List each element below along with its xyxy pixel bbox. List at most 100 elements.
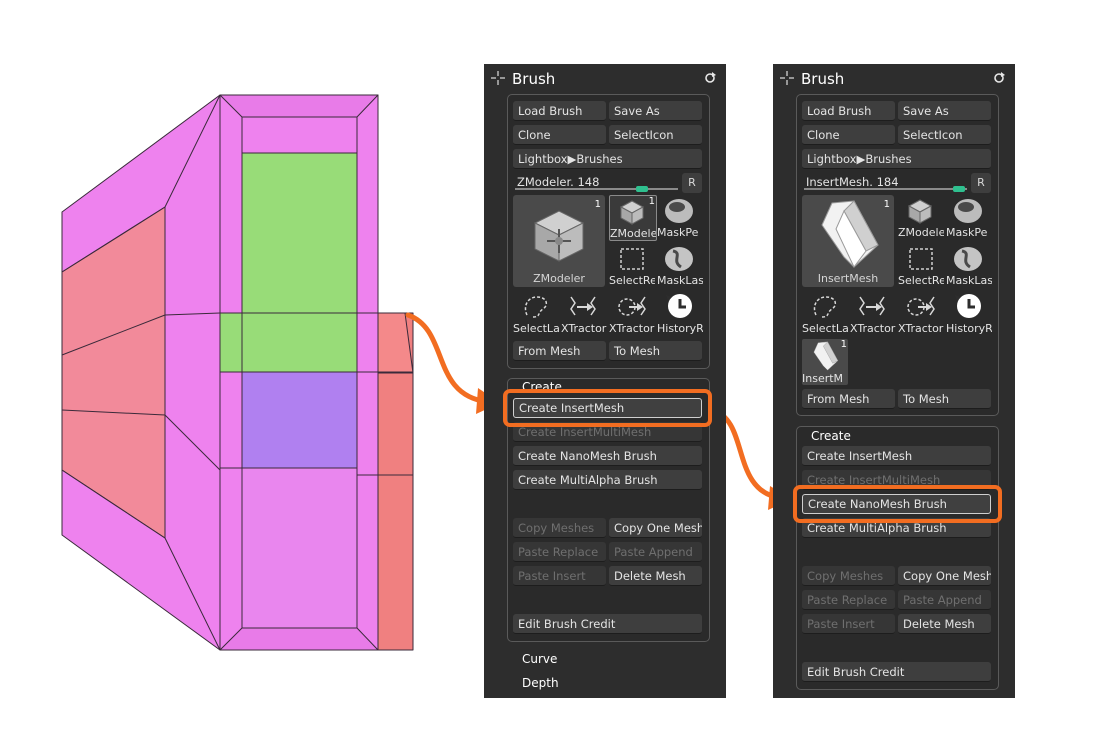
- thumb-label: XTractor: [609, 322, 655, 335]
- brush-count: 1: [594, 199, 601, 210]
- thumb-count: 1: [648, 196, 655, 207]
- brush-panel-2: Brush Load Brush Save As Clone SelectIco…: [773, 64, 1015, 698]
- brush-thumb-xtractor-2[interactable]: XTractor: [898, 291, 944, 335]
- slider-label: ZModeler. 148: [517, 175, 600, 189]
- xtractor-icon: [859, 296, 885, 316]
- brush-main-group: Load Brush Save As Clone SelectIcon Ligh…: [796, 94, 999, 416]
- from-mesh-button[interactable]: From Mesh: [513, 341, 606, 361]
- thumb-label: ZModele: [610, 227, 656, 240]
- brush-thumb-masklasso[interactable]: MaskLas: [657, 243, 703, 287]
- thumb-label: SelectRe: [609, 274, 655, 287]
- slider-knob[interactable]: [636, 186, 648, 192]
- slider-knob[interactable]: [953, 186, 965, 192]
- clone-button[interactable]: Clone: [513, 125, 606, 145]
- copy-one-mesh-button[interactable]: Copy One Mesh: [609, 518, 702, 538]
- thumb-label: XTractor: [898, 322, 944, 335]
- depth-section[interactable]: Depth: [522, 676, 559, 690]
- mask-lasso-icon: [954, 247, 982, 271]
- drag-handle-icon[interactable]: [490, 70, 506, 86]
- to-mesh-button[interactable]: To Mesh: [609, 341, 702, 361]
- brush-thumb-maskpen[interactable]: MaskPe: [657, 195, 703, 239]
- paste-append-button: Paste Append: [609, 542, 702, 562]
- brush-slider[interactable]: ZModeler. 148: [513, 173, 678, 193]
- thumb-label: HistoryR: [946, 322, 992, 335]
- thumb-label: MaskLas: [657, 274, 703, 287]
- restore-button[interactable]: R: [971, 173, 991, 193]
- thumb-label: MaskLas: [946, 274, 992, 287]
- brush-thumb-xtractor[interactable]: XTractor: [561, 291, 607, 335]
- edit-brush-credit-button[interactable]: Edit Brush Credit: [513, 614, 702, 634]
- refresh-icon[interactable]: [993, 72, 1005, 84]
- brush-thumb-maskpen[interactable]: MaskPe: [946, 195, 992, 239]
- load-brush-button[interactable]: Load Brush: [802, 101, 895, 121]
- brush-thumb-zmodeler[interactable]: ZModele: [898, 195, 944, 239]
- save-as-button[interactable]: Save As: [609, 101, 702, 121]
- thumb-label: InsertM: [802, 372, 844, 385]
- mask-pen-icon: [954, 199, 982, 223]
- drag-handle-icon[interactable]: [779, 70, 795, 86]
- load-brush-button[interactable]: Load Brush: [513, 101, 606, 121]
- select-rect-icon: [909, 248, 933, 270]
- create-group: Create Create InsertMesh Create InsertMu…: [796, 426, 999, 690]
- thumb-label: MaskPe: [657, 226, 699, 239]
- to-mesh-button[interactable]: To Mesh: [898, 389, 991, 409]
- brush-thumb-selectlasso[interactable]: SelectLa: [513, 291, 559, 335]
- brush-thumb-xtractor-2[interactable]: XTractor: [609, 291, 655, 335]
- brush-thumb-masklasso[interactable]: MaskLas: [946, 243, 992, 287]
- paste-append-button: Paste Append: [898, 590, 991, 610]
- brush-thumb-selectrect[interactable]: SelectRe: [609, 243, 655, 287]
- highlight-create-nanomesh: [793, 485, 1002, 523]
- mask-pen-icon: [665, 199, 693, 223]
- highlight-create-insertmesh: [503, 389, 712, 427]
- brush-slider[interactable]: InsertMesh. 184: [802, 173, 967, 193]
- brush-thumb-historyrecall[interactable]: HistoryR: [657, 291, 703, 335]
- history-recall-icon: [955, 294, 981, 318]
- copy-meshes-button: Copy Meshes: [802, 566, 895, 586]
- curve-section[interactable]: Curve: [522, 652, 557, 666]
- create-header[interactable]: Create: [811, 429, 851, 443]
- xtractor-icon: [570, 296, 596, 316]
- slider-label: InsertMesh. 184: [806, 175, 899, 189]
- zmodeler-cube-icon: [907, 199, 933, 224]
- delete-mesh-button[interactable]: Delete Mesh: [609, 566, 702, 586]
- brush-thumb-selectlasso[interactable]: SelectLa: [802, 291, 848, 335]
- select-icon-button[interactable]: SelectIcon: [609, 125, 702, 145]
- select-rect-icon: [620, 248, 644, 270]
- create-insertmesh-button[interactable]: Create InsertMesh: [802, 446, 991, 466]
- refresh-icon[interactable]: [704, 72, 716, 84]
- brush-thumb-zmodeler[interactable]: 1 ZModele: [609, 195, 657, 241]
- from-mesh-button[interactable]: From Mesh: [802, 389, 895, 409]
- clone-button[interactable]: Clone: [802, 125, 895, 145]
- xtractor-alt-icon: [907, 296, 935, 316]
- insertmesh-icon: [813, 341, 839, 371]
- paste-replace-button: Paste Replace: [802, 590, 895, 610]
- create-multialpha-button[interactable]: Create MultiAlpha Brush: [513, 470, 702, 490]
- current-brush-thumbnail[interactable]: 1 ZModeler: [513, 195, 605, 287]
- current-brush-name: InsertMesh: [817, 272, 879, 285]
- create-nanomesh-button[interactable]: Create NanoMesh Brush: [513, 446, 702, 466]
- slider-track: [515, 188, 678, 190]
- zmodeler-cube-icon: [619, 200, 645, 225]
- thumb-label: SelectRe: [898, 274, 944, 287]
- brush-thumb-selectrect[interactable]: SelectRe: [898, 243, 944, 287]
- zmodeler-cube-icon: [533, 210, 585, 262]
- brush-thumb-xtractor[interactable]: XTractor: [850, 291, 896, 335]
- lightbox-brushes-button[interactable]: Lightbox▶Brushes: [802, 149, 991, 169]
- brush-thumb-historyrecall[interactable]: HistoryR: [946, 291, 992, 335]
- lightbox-brushes-button[interactable]: Lightbox▶Brushes: [513, 149, 702, 169]
- brush-main-group: Load Brush Save As Clone SelectIcon Ligh…: [507, 94, 710, 369]
- save-as-button[interactable]: Save As: [898, 101, 991, 121]
- brush-panel-1: Brush Load Brush Save As Clone SelectIco…: [484, 64, 726, 698]
- edit-brush-credit-button[interactable]: Edit Brush Credit: [802, 662, 991, 682]
- delete-mesh-button[interactable]: Delete Mesh: [898, 614, 991, 634]
- slider-track: [804, 188, 967, 190]
- current-brush-name: ZModeler: [533, 272, 585, 285]
- panel-title: Brush: [512, 70, 556, 88]
- brush-thumb-insertmesh[interactable]: 1 InsertM: [802, 339, 848, 385]
- select-icon-button[interactable]: SelectIcon: [898, 125, 991, 145]
- restore-button[interactable]: R: [682, 173, 702, 193]
- thumb-label: SelectLa: [513, 322, 559, 335]
- paste-insert-button: Paste Insert: [802, 614, 895, 634]
- copy-one-mesh-button[interactable]: Copy One Mesh: [898, 566, 991, 586]
- current-brush-thumbnail[interactable]: 1 InsertMesh: [802, 195, 894, 287]
